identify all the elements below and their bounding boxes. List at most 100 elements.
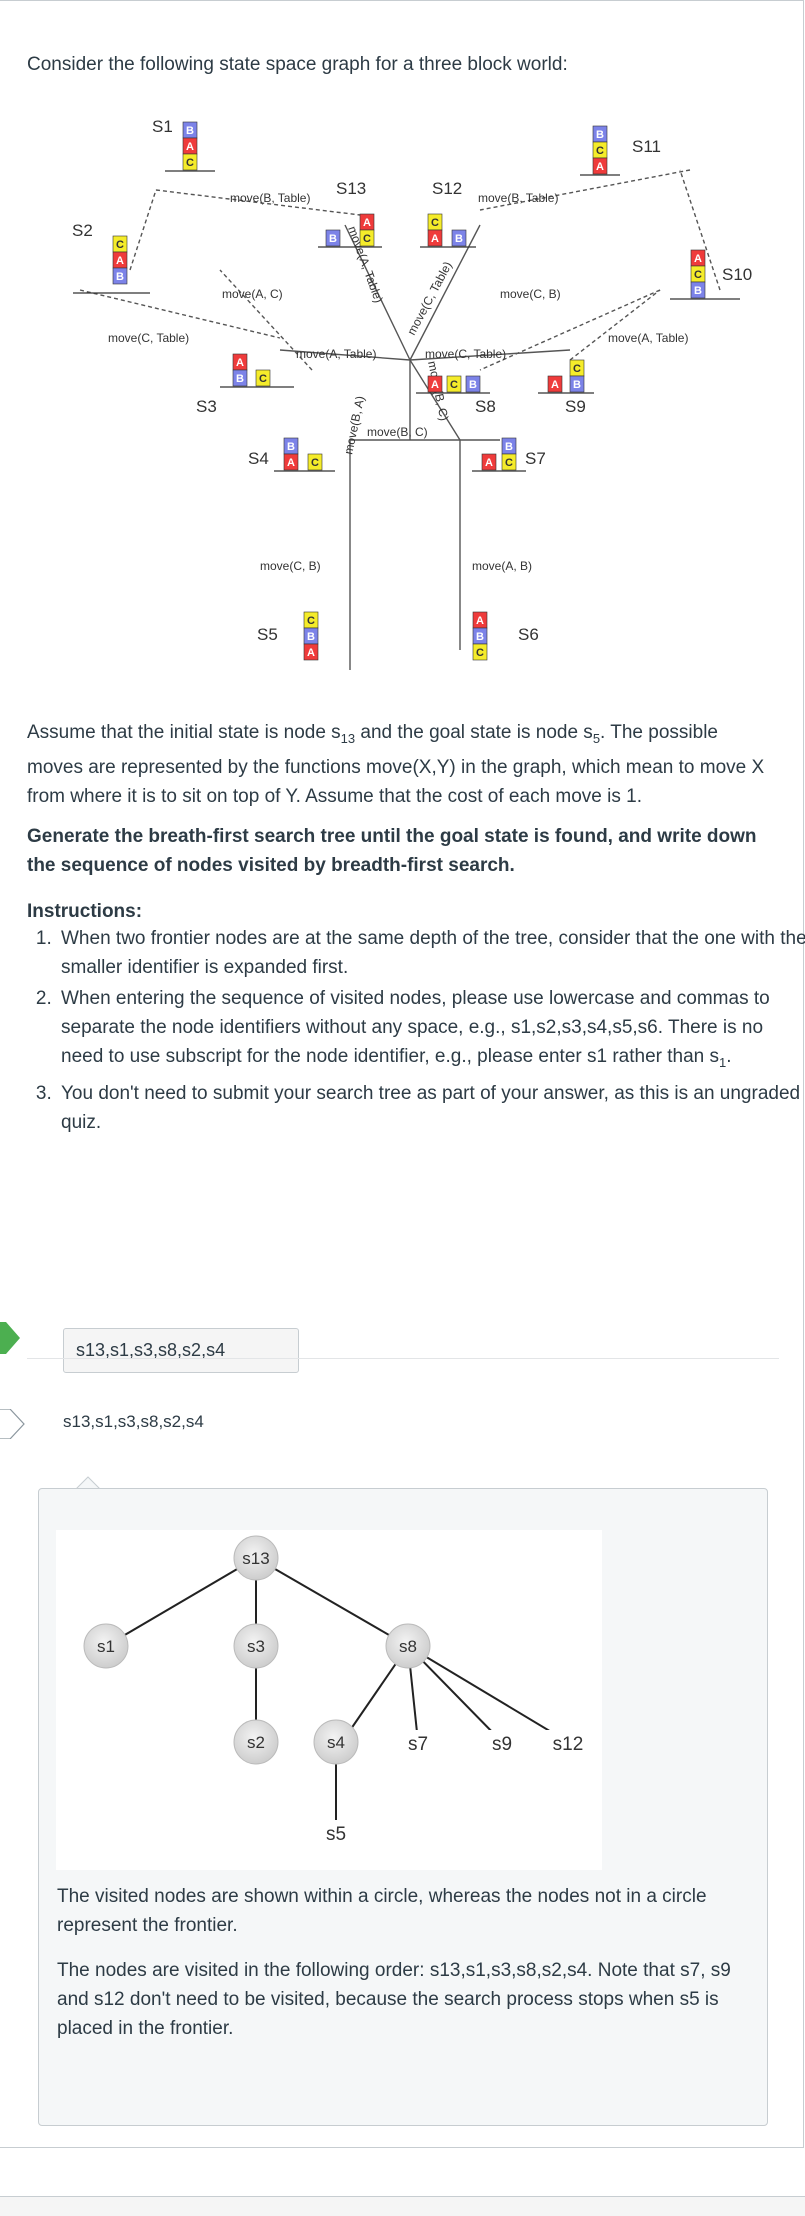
svg-text:A: A: [596, 161, 604, 173]
move-label: move(B, Table): [230, 191, 310, 205]
svg-text:A: A: [116, 255, 124, 267]
stack-s4: B A C: [274, 437, 335, 472]
feedback-paragraph-1: The visited nodes are shown within a cir…: [57, 1886, 707, 1936]
next-question-edge: [0, 2196, 805, 2216]
svg-text:B: B: [307, 631, 315, 643]
svg-text:C: C: [573, 363, 581, 375]
stack-s9: A C B: [538, 359, 594, 394]
move-label: move(C, B): [260, 559, 321, 573]
block-stacks: B A C C A B A C B C A B B C A A C B A B …: [73, 121, 740, 661]
move-label: move(B, C): [367, 425, 428, 439]
svg-text:C: C: [186, 157, 194, 169]
correct-status-icon: [0, 1322, 20, 1354]
svg-text:B: B: [455, 233, 463, 245]
state-label-s13: S13: [336, 179, 366, 198]
move-label: move(B, A): [341, 395, 367, 456]
instruction-item: When entering the sequence of visited no…: [57, 984, 805, 1077]
state-label-s9: S9: [565, 397, 586, 416]
stack-s2: C A B: [73, 235, 150, 294]
state-label-s6: S6: [518, 625, 539, 644]
svg-text:B: B: [694, 285, 702, 297]
state-label-s8: S8: [475, 397, 496, 416]
svg-text:A: A: [431, 233, 439, 245]
stack-s7: A B C: [472, 437, 526, 472]
svg-text:B: B: [476, 631, 484, 643]
tree-node-s4: s4: [327, 1733, 345, 1752]
tree-nodes: s13 s1 s3 s8 s2 s4 s7 s9 s12 s5: [83, 1535, 594, 1845]
state-label-s11: S11: [632, 137, 661, 156]
tree-node-s1: s1: [97, 1637, 115, 1656]
tree-node-s13: s13: [242, 1549, 269, 1568]
svg-text:C: C: [596, 145, 604, 157]
svg-text:C: C: [450, 379, 458, 391]
state-label-s12: S12: [432, 179, 462, 198]
tree-node-s2: s2: [247, 1733, 265, 1752]
move-label: move(A, Table): [608, 331, 688, 345]
feedback-paragraph-2: The nodes are visited in the following o…: [57, 1960, 731, 2039]
move-label: move(A, Table): [296, 347, 376, 361]
question-assumption: Assume that the initial state is node s1…: [27, 722, 765, 807]
svg-text:A: A: [476, 615, 484, 627]
stack-s3: A B C: [220, 353, 294, 388]
svg-text:C: C: [431, 217, 439, 229]
svg-text:B: B: [186, 125, 194, 137]
tree-node-s3: s3: [247, 1637, 265, 1656]
move-label: move(B, Table): [478, 191, 558, 205]
bfs-search-tree: s13 s1 s3 s8 s2 s4 s7 s9 s12 s5: [56, 1530, 602, 1870]
svg-text:B: B: [505, 441, 513, 453]
instructions-heading: Instructions:: [27, 901, 143, 922]
stack-s5: C B A: [303, 611, 319, 661]
tree-node-s8: s8: [399, 1637, 417, 1656]
svg-text:C: C: [505, 457, 513, 469]
svg-text:B: B: [236, 373, 244, 385]
move-label: move(C, Table): [425, 347, 506, 361]
correct-answer-text: s13,s1,s3,s8,s2,s4: [63, 1412, 204, 1431]
instruction-item: When two frontier nodes are at the same …: [57, 924, 805, 982]
svg-text:C: C: [307, 615, 315, 627]
tree-frontier-s7: s7: [408, 1734, 428, 1755]
state-label-s7: S7: [525, 449, 546, 468]
tree-frontier-s9: s9: [492, 1734, 512, 1755]
svg-text:C: C: [311, 457, 319, 469]
svg-text:C: C: [476, 647, 484, 659]
instructions-list: When two frontier nodes are at the same …: [27, 924, 805, 1139]
state-label-s4: S4: [248, 449, 269, 468]
answer-divider: [27, 1358, 779, 1359]
tree-frontier-s5: s5: [326, 1824, 346, 1845]
state-label-s2: S2: [72, 221, 93, 240]
svg-text:A: A: [236, 357, 244, 369]
move-label: move(A, B): [472, 559, 532, 573]
svg-text:B: B: [573, 379, 581, 391]
state-labels: S1 S2 S3 S4 S5 S6 S7 S8 S9 S10 S11 S12 S…: [72, 117, 752, 644]
svg-text:A: A: [551, 379, 559, 391]
question-task: Generate the breath-first search tree un…: [27, 826, 757, 876]
stack-s8: A C B: [416, 375, 490, 394]
move-labels: move(B, Table) move(B, Table) move(A, C)…: [108, 191, 688, 573]
svg-text:B: B: [596, 129, 604, 141]
stack-s6: A B C: [472, 611, 488, 661]
state-label-s5: S5: [257, 625, 278, 644]
move-label: move(C, B): [500, 287, 561, 301]
move-label: move(C, Table): [108, 331, 189, 345]
instruction-item: You don't need to submit your search tre…: [57, 1079, 805, 1137]
state-label-s1: S1: [152, 117, 173, 136]
correct-answer-marker-icon: [0, 1409, 25, 1439]
svg-text:A: A: [363, 217, 371, 229]
svg-text:A: A: [431, 379, 439, 391]
svg-text:B: B: [329, 233, 337, 245]
state-label-s10: S10: [722, 265, 752, 284]
question-intro: Consider the following state space graph…: [27, 54, 568, 75]
move-label: move(A, C): [222, 287, 283, 301]
user-answer-field[interactable]: s13,s1,s3,s8,s2,s4: [63, 1328, 299, 1373]
state-space-graph: S1 S2 S3 S4 S5 S6 S7 S8 S9 S10 S11 S12 S…: [72, 117, 752, 670]
graph-edges: [79, 169, 721, 670]
svg-text:A: A: [307, 647, 315, 659]
svg-text:A: A: [186, 141, 194, 153]
move-label: move(C, Table): [404, 259, 454, 337]
svg-text:A: A: [485, 457, 493, 469]
svg-text:A: A: [287, 457, 295, 469]
state-label-s3: S3: [196, 397, 217, 416]
svg-text:C: C: [363, 233, 371, 245]
tree-edges: [105, 1557, 569, 1820]
svg-text:B: B: [469, 379, 477, 391]
